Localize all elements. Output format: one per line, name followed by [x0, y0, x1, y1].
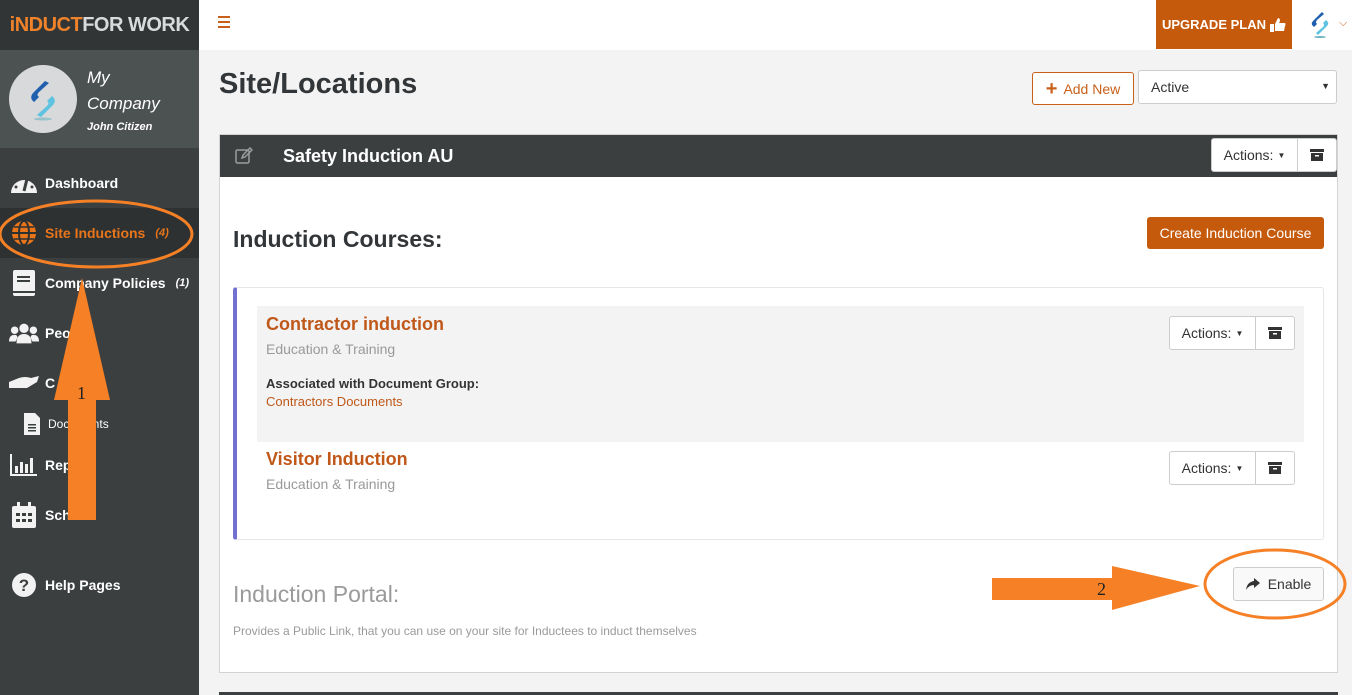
sidebar-item-schedules[interactable]: Sche [0, 490, 199, 540]
page-title: Site/Locations [219, 68, 418, 100]
status-filter-select[interactable]: Active ▼ [1138, 70, 1337, 104]
course-archive-button[interactable] [1256, 452, 1294, 484]
actions-label: Actions: [1223, 147, 1274, 163]
archive-icon [1310, 149, 1324, 161]
archive-icon [1268, 462, 1282, 474]
caret-down-icon: ▼ [1235, 328, 1244, 338]
document-group-label: Associated with Document Group: [266, 376, 480, 391]
course-item: Contractor induction Education & Trainin… [257, 306, 1304, 442]
calendar-icon [9, 501, 39, 529]
nav-spacer [0, 540, 199, 560]
course-actions-group: Actions: ▼ [1169, 316, 1295, 350]
sidebar-item-people[interactable]: Peo [0, 308, 199, 358]
site-archive-button[interactable] [1298, 139, 1336, 171]
plus-icon: + [1045, 77, 1058, 100]
bar-chart-icon [9, 451, 39, 479]
sidebar-item-label: Peo [45, 325, 71, 341]
company-avatar[interactable] [9, 65, 77, 133]
course-category: Education & Training [266, 476, 396, 492]
sidebar-item-help-pages[interactable]: ? Help Pages [0, 560, 199, 610]
menu-toggle-icon[interactable] [218, 16, 230, 28]
sidebar-item-label: Sche [45, 507, 79, 523]
thumbs-up-icon [1270, 17, 1286, 32]
sidebar-nav: Dashboard Site Inductions (4) Company Po… [0, 158, 199, 610]
course-item: Visitor Induction Education & Training A… [257, 441, 1304, 531]
users-icon [9, 319, 39, 347]
course-name[interactable]: Contractor induction [266, 314, 1295, 335]
site-panel-header: Safety Induction AU Actions: ▼ [220, 135, 1337, 177]
sidebar-item-reports[interactable]: Rep [0, 440, 199, 490]
course-name[interactable]: Visitor Induction [266, 449, 1295, 470]
induction-portal-heading: Induction Portal: [233, 581, 400, 607]
dashboard-gauge-icon [9, 169, 39, 197]
sidebar-item-label: C [45, 375, 56, 391]
book-icon [9, 269, 39, 297]
sidebar: iNDUCT FOR WORK My Company John Citizen D… [0, 0, 199, 695]
sidebar-item-documents[interactable]: Documents [0, 408, 199, 440]
site-panel: Safety Induction AU Actions: ▼ Induction … [219, 134, 1338, 673]
share-arrow-icon [1245, 578, 1260, 590]
user-name: John Citizen [87, 121, 153, 133]
svg-text:?: ? [19, 576, 29, 595]
add-new-label: Add New [1063, 80, 1121, 97]
enable-label: Enable [1267, 576, 1312, 592]
actions-label: Actions: [1181, 325, 1232, 341]
upgrade-plan-label: UPGRADE PLAN [1161, 17, 1266, 32]
sidebar-item-site-inductions[interactable]: Site Inductions (4) [0, 208, 199, 258]
archive-icon [1268, 327, 1282, 339]
courses-heading: Induction Courses: [233, 226, 443, 252]
sidebar-item-label: Documents [48, 417, 109, 431]
sidebar-item-count: (1) [175, 277, 190, 289]
sidebar-item-label: Dashboard [45, 175, 119, 191]
induction-portal-description: Provides a Public Link, that you can use… [233, 624, 697, 638]
user-menu-chevron-down-icon[interactable]: ⌵ [1339, 17, 1347, 30]
sidebar-item-dashboard[interactable]: Dashboard [0, 158, 199, 208]
sidebar-item-company-policies[interactable]: Company Policies (1) [0, 258, 199, 308]
profile-card: My Company John Citizen [0, 50, 199, 148]
brand-part1: iNDUCT [9, 13, 83, 36]
create-induction-course-button[interactable]: Create Induction Course [1147, 217, 1324, 249]
user-avatar-icon[interactable] [1307, 10, 1333, 38]
sidebar-item-count: (4) [155, 227, 169, 239]
top-bar: UPGRADE PLAN ⌵ [199, 0, 1352, 50]
hand-icon [9, 369, 39, 397]
sidebar-item-label: Company Policies [45, 275, 166, 291]
brand-logo[interactable]: iNDUCT FOR WORK [0, 0, 199, 50]
document-group-link[interactable]: Contractors Documents [266, 394, 1295, 409]
course-actions-dropdown[interactable]: Actions: ▼ [1170, 452, 1256, 484]
brand-part2: FOR WORK [82, 13, 190, 36]
company-logo-icon [31, 81, 55, 121]
site-actions-dropdown[interactable]: Actions: ▼ [1212, 139, 1298, 171]
select-caret-icon: ▼ [1321, 81, 1330, 91]
caret-down-icon: ▼ [1235, 463, 1244, 473]
sidebar-item-label: Help Pages [45, 577, 121, 593]
course-category: Education & Training [266, 341, 396, 357]
sidebar-item-label: Rep [45, 457, 72, 473]
course-archive-button[interactable] [1256, 317, 1294, 349]
sidebar-item-label: Site Inductions [45, 225, 146, 241]
enable-portal-button[interactable]: Enable [1233, 567, 1324, 601]
upgrade-plan-button[interactable]: UPGRADE PLAN [1156, 0, 1292, 49]
question-circle-icon: ? [9, 571, 39, 599]
company-name: My Company [87, 68, 160, 113]
caret-down-icon: ▼ [1277, 150, 1286, 160]
actions-label: Actions: [1181, 460, 1232, 476]
course-actions-dropdown[interactable]: Actions: ▼ [1170, 317, 1256, 349]
courses-list: Contractor induction Education & Trainin… [233, 287, 1324, 540]
status-filter-value: Active [1151, 79, 1190, 95]
sidebar-item-contractors[interactable]: C [0, 358, 199, 408]
add-new-button[interactable]: + Add New [1032, 72, 1134, 105]
file-icon [22, 410, 42, 438]
course-actions-group: Actions: ▼ [1169, 451, 1295, 485]
globe-icon [9, 219, 39, 247]
edit-icon[interactable] [235, 147, 253, 165]
site-name: Safety Induction AU [283, 145, 454, 166]
site-actions-group: Actions: ▼ [1211, 138, 1337, 172]
